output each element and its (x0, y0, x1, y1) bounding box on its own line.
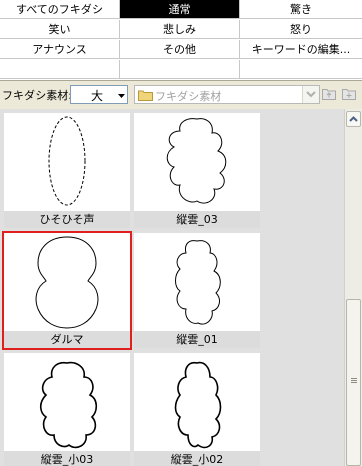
list-item[interactable]: ダルマ (2, 231, 132, 350)
list-item[interactable]: ひそひそ声 (4, 113, 130, 228)
cloud-balloon-preview (174, 361, 222, 449)
list-item[interactable]: 縦雲_小03 (4, 353, 130, 466)
tab-anger[interactable]: 怒り (240, 20, 362, 39)
tab-other[interactable]: その他 (120, 40, 240, 59)
folder-dropdown[interactable]: フキダシ素材 (134, 85, 320, 104)
tab-all-balloons[interactable]: すべてのフキダシ (0, 0, 120, 19)
item-label: ひそひそ声 (4, 211, 130, 228)
vertical-scrollbar[interactable] (344, 109, 362, 466)
chevron-up-icon (349, 116, 358, 122)
list-item[interactable]: 縦雲_小02 (134, 353, 260, 466)
tab-empty-3[interactable] (240, 60, 362, 79)
tab-surprise[interactable]: 驚き (240, 0, 362, 19)
item-label: ダルマ (4, 331, 130, 348)
cloud-balloon-preview (166, 118, 227, 204)
material-toolbar: フキダシ素材: 大 フキダシ素材 (0, 80, 362, 109)
list-item[interactable]: 縦雲_01 (134, 233, 260, 348)
chevron-down-icon (306, 91, 316, 98)
edit-keywords-button[interactable]: キーワードの編集... (240, 40, 362, 59)
tab-empty-2[interactable] (120, 60, 240, 79)
tab-normal[interactable]: 通常 (120, 0, 240, 19)
material-label: フキダシ素材: (2, 89, 72, 102)
tab-sadness[interactable]: 悲しみ (120, 20, 240, 39)
balloon-material-list: ひそひそ声 縦雲_03 ダルマ 縦雲_01 縦雲_小03 縦雲_小02 (0, 109, 344, 466)
cloud-balloon-preview (175, 240, 221, 325)
item-label: 縦雲_01 (134, 331, 260, 348)
size-dropdown[interactable]: 大 (70, 85, 128, 104)
dashed-oval-balloon-preview (48, 116, 86, 206)
daruma-balloon-preview (35, 236, 99, 329)
item-label: 縦雲_小02 (134, 451, 260, 466)
folder-dropdown-button[interactable] (302, 86, 319, 103)
new-folder-icon[interactable] (342, 88, 356, 100)
cloud-balloon-preview (39, 361, 98, 449)
item-label: 縦雲_03 (134, 211, 260, 228)
list-item[interactable]: 縦雲_03 (134, 113, 260, 228)
folder-up-icon[interactable] (322, 88, 336, 100)
tab-empty-1[interactable] (0, 60, 120, 79)
scroll-up-button[interactable] (346, 111, 361, 127)
size-value: 大 (91, 89, 104, 103)
scroll-thumb[interactable] (346, 299, 361, 466)
folder-icon (138, 90, 153, 101)
category-grid: すべてのフキダシ 通常 驚き 笑い 悲しみ 怒り アナウンス その他 キーワード… (0, 0, 362, 80)
folder-name: フキダシ素材 (155, 90, 222, 103)
tab-announce[interactable]: アナウンス (0, 40, 120, 59)
item-label: 縦雲_小03 (4, 451, 130, 466)
tab-laugh[interactable]: 笑い (0, 20, 120, 39)
chevron-down-icon (118, 94, 125, 98)
